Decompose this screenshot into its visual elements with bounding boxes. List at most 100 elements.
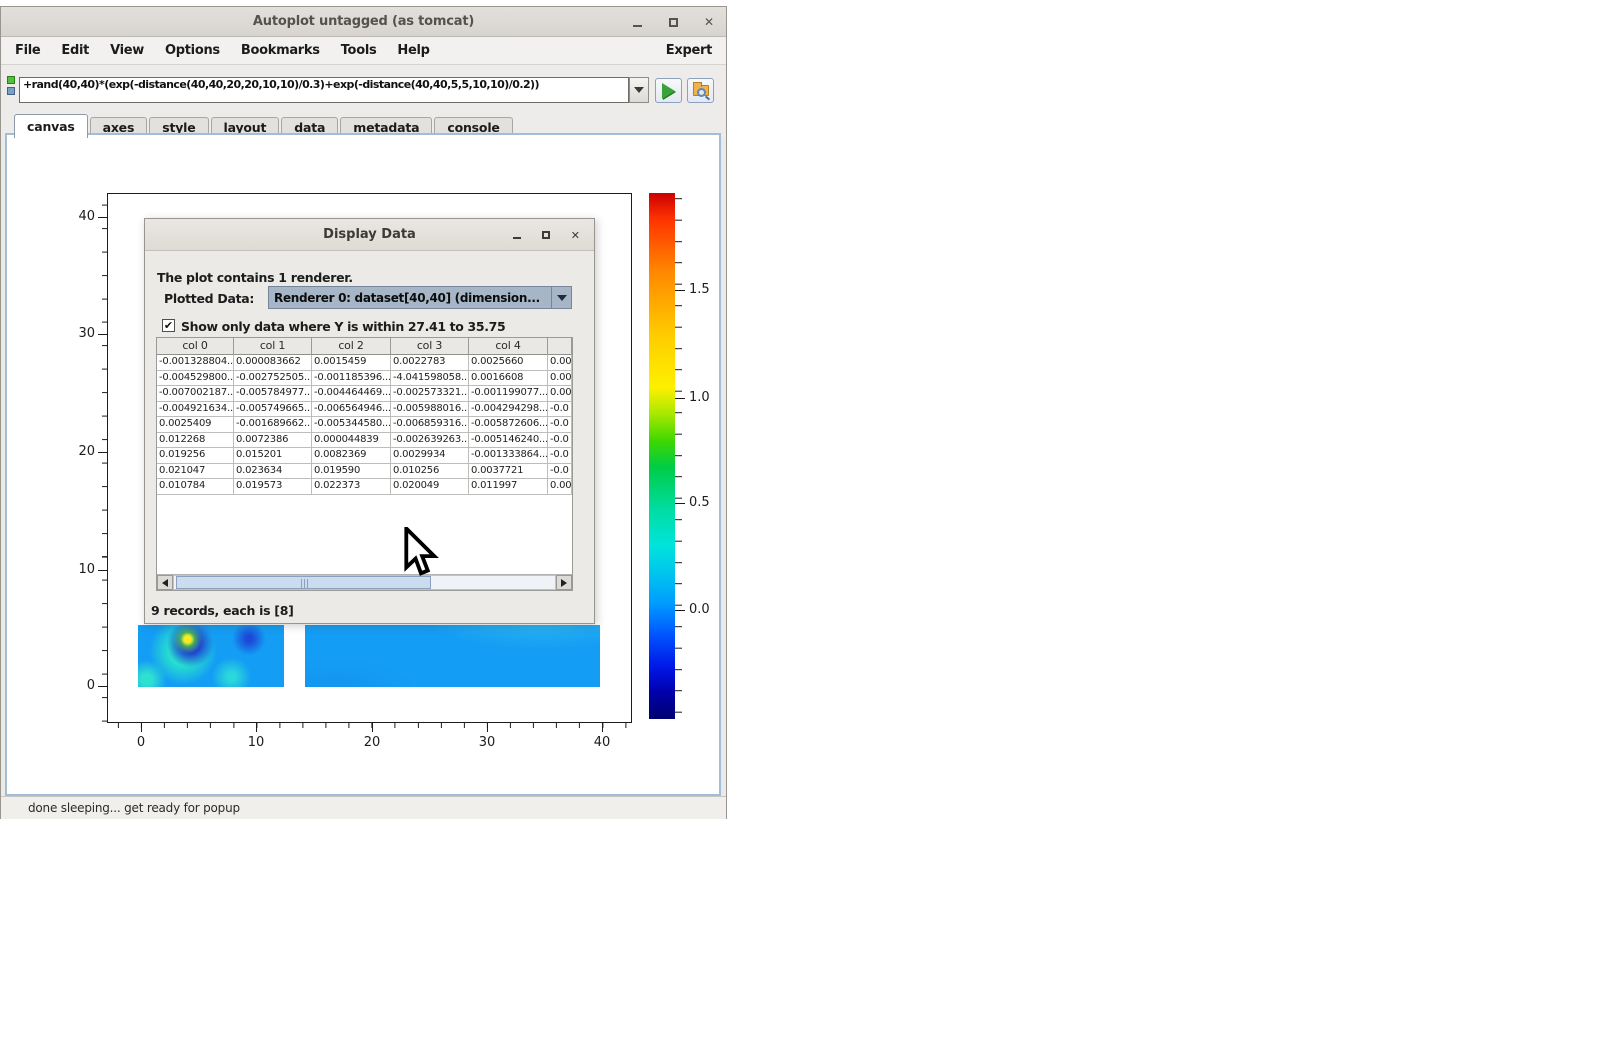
menu-item-file[interactable]: File: [15, 43, 40, 58]
table-cell[interactable]: -0.005749665...: [234, 402, 312, 418]
table-column-header: col 2: [312, 338, 391, 355]
table-cell[interactable]: 0.00: [548, 479, 572, 495]
plot-canvas[interactable]: 0102030404030201001.51.00.50.0 Display D…: [5, 133, 721, 796]
table-cell[interactable]: 0.00: [548, 355, 572, 371]
table-cell[interactable]: 0.0082369: [312, 448, 391, 464]
table-cell[interactable]: -0.001185396...: [312, 371, 391, 387]
table-row[interactable]: 0.0122680.00723860.000044839-0.002639263…: [157, 433, 572, 449]
table-cell[interactable]: 0.022373: [312, 479, 391, 495]
table-row[interactable]: -0.004921634...-0.005749665...-0.0065649…: [157, 402, 572, 418]
table-cell[interactable]: 0.00: [548, 386, 572, 402]
table-cell[interactable]: -0.0: [548, 433, 572, 449]
maximize-icon[interactable]: [666, 15, 680, 29]
table-cell[interactable]: 0.021047: [157, 464, 234, 480]
table-row[interactable]: 0.0107840.0195730.0223730.0200490.011997…: [157, 479, 572, 495]
minimize-icon[interactable]: [630, 15, 644, 29]
table-cell[interactable]: -0.0: [548, 464, 572, 480]
table-row[interactable]: 0.0025409-0.001689662...-0.005344580...-…: [157, 417, 572, 433]
tab-canvas[interactable]: canvas: [14, 114, 88, 138]
table-cell[interactable]: -0.006859316...: [391, 417, 469, 433]
scroll-right-button[interactable]: [556, 575, 572, 590]
table-cell[interactable]: 0.0072386: [234, 433, 312, 449]
menu-item-bookmarks[interactable]: Bookmarks: [241, 43, 320, 58]
table-cell[interactable]: -0.002752505...: [234, 371, 312, 387]
table-cell[interactable]: 0.0025660: [469, 355, 548, 371]
scrollbar-track[interactable]: [173, 575, 556, 590]
table-cell[interactable]: -0.004294298...: [469, 402, 548, 418]
table-cell[interactable]: 0.020049: [391, 479, 469, 495]
table-cell[interactable]: -0.005146240...: [469, 433, 548, 449]
dialog-minimize-icon[interactable]: [513, 231, 521, 239]
filter-checkbox-label[interactable]: Show only data where Y is within 27.41 t…: [181, 319, 505, 334]
table-cell[interactable]: -0.007002187...: [157, 386, 234, 402]
table-cell[interactable]: -0.001199077...: [469, 386, 548, 402]
table-cell[interactable]: -0.002639263...: [391, 433, 469, 449]
table-cell[interactable]: 0.0015459: [312, 355, 391, 371]
table-row[interactable]: -0.007002187...-0.005784977...-0.0044644…: [157, 386, 572, 402]
table-cell[interactable]: 0.010784: [157, 479, 234, 495]
table-cell[interactable]: -0.005988016...: [391, 402, 469, 418]
combobox-arrow-button[interactable]: [551, 287, 571, 308]
table-cell[interactable]: -0.004921634...: [157, 402, 234, 418]
table-cell[interactable]: -0.004529800...: [157, 371, 234, 387]
app-titlebar[interactable]: Autoplot untagged (as tomcat) ✕: [1, 7, 726, 37]
plotted-data-combobox[interactable]: Renderer 0: dataset[40,40] (dimension...: [268, 286, 572, 309]
table-cell[interactable]: 0.0022783: [391, 355, 469, 371]
dialog-titlebar[interactable]: Display Data ✕: [145, 219, 594, 251]
menu-item-help[interactable]: Help: [397, 43, 429, 58]
table-cell[interactable]: 0.015201: [234, 448, 312, 464]
horizontal-scrollbar[interactable]: [157, 574, 572, 590]
table-cell[interactable]: -0.001333864...: [469, 448, 548, 464]
table-cell[interactable]: 0.019590: [312, 464, 391, 480]
inspect-uri-button[interactable]: [687, 78, 714, 103]
close-icon[interactable]: ✕: [702, 15, 716, 29]
table-cell[interactable]: 0.012268: [157, 433, 234, 449]
table-cell[interactable]: -0.0: [548, 417, 572, 433]
table-cell[interactable]: 0.000044839: [312, 433, 391, 449]
dialog-maximize-icon[interactable]: [542, 231, 550, 239]
scroll-left-button[interactable]: [157, 575, 173, 590]
table-cell[interactable]: 0.019573: [234, 479, 312, 495]
table-cell[interactable]: -4.041598058...: [391, 371, 469, 387]
plot-go-button[interactable]: [655, 78, 682, 103]
table-cell[interactable]: 0.011997: [469, 479, 548, 495]
table-body[interactable]: -0.001328804...0.0000836620.00154590.002…: [157, 355, 572, 574]
table-cell[interactable]: 0.00: [548, 371, 572, 387]
uri-input[interactable]: +rand(40,40)*(exp(-distance(40,40,20,20,…: [19, 77, 629, 103]
x-axis-minor-ticks: [107, 723, 632, 728]
table-cell[interactable]: -0.005344580...: [312, 417, 391, 433]
table-cell[interactable]: 0.0025409: [157, 417, 234, 433]
table-row[interactable]: 0.0210470.0236340.0195900.0102560.003772…: [157, 464, 572, 480]
table-row[interactable]: 0.0192560.0152010.00823690.0029934-0.001…: [157, 448, 572, 464]
table-cell[interactable]: 0.010256: [391, 464, 469, 480]
uri-dropdown-button[interactable]: [629, 77, 649, 103]
table-cell[interactable]: -0.004464469...: [312, 386, 391, 402]
table-cell[interactable]: -0.002573321...: [391, 386, 469, 402]
menu-item-expert[interactable]: Expert: [666, 37, 712, 65]
y-axis-tick-label: 30: [65, 326, 95, 341]
table-cell[interactable]: -0.0: [548, 448, 572, 464]
table-cell[interactable]: -0.005872606...: [469, 417, 548, 433]
table-cell[interactable]: -0.005784977...: [234, 386, 312, 402]
menu-item-edit[interactable]: Edit: [61, 43, 89, 58]
filter-checkbox[interactable]: ✔: [162, 319, 175, 332]
scrollbar-thumb[interactable]: [176, 576, 431, 589]
table-row[interactable]: -0.001328804...0.0000836620.00154590.002…: [157, 355, 572, 371]
heatmap-strip-left: [138, 625, 284, 687]
menu-item-options[interactable]: Options: [165, 43, 220, 58]
table-cell[interactable]: -0.0: [548, 402, 572, 418]
menu-item-tools[interactable]: Tools: [341, 43, 377, 58]
y-axis-major-tick: [98, 686, 107, 687]
table-cell[interactable]: -0.006564946...: [312, 402, 391, 418]
table-cell[interactable]: 0.0016608: [469, 371, 548, 387]
table-cell[interactable]: 0.0029934: [391, 448, 469, 464]
menu-item-view[interactable]: View: [110, 43, 144, 58]
table-cell[interactable]: -0.001689662...: [234, 417, 312, 433]
table-cell[interactable]: 0.0037721: [469, 464, 548, 480]
table-row[interactable]: -0.004529800...-0.002752505...-0.0011853…: [157, 371, 572, 387]
table-cell[interactable]: 0.000083662: [234, 355, 312, 371]
table-cell[interactable]: 0.019256: [157, 448, 234, 464]
table-cell[interactable]: -0.001328804...: [157, 355, 234, 371]
table-cell[interactable]: 0.023634: [234, 464, 312, 480]
dialog-close-icon[interactable]: ✕: [571, 229, 580, 242]
